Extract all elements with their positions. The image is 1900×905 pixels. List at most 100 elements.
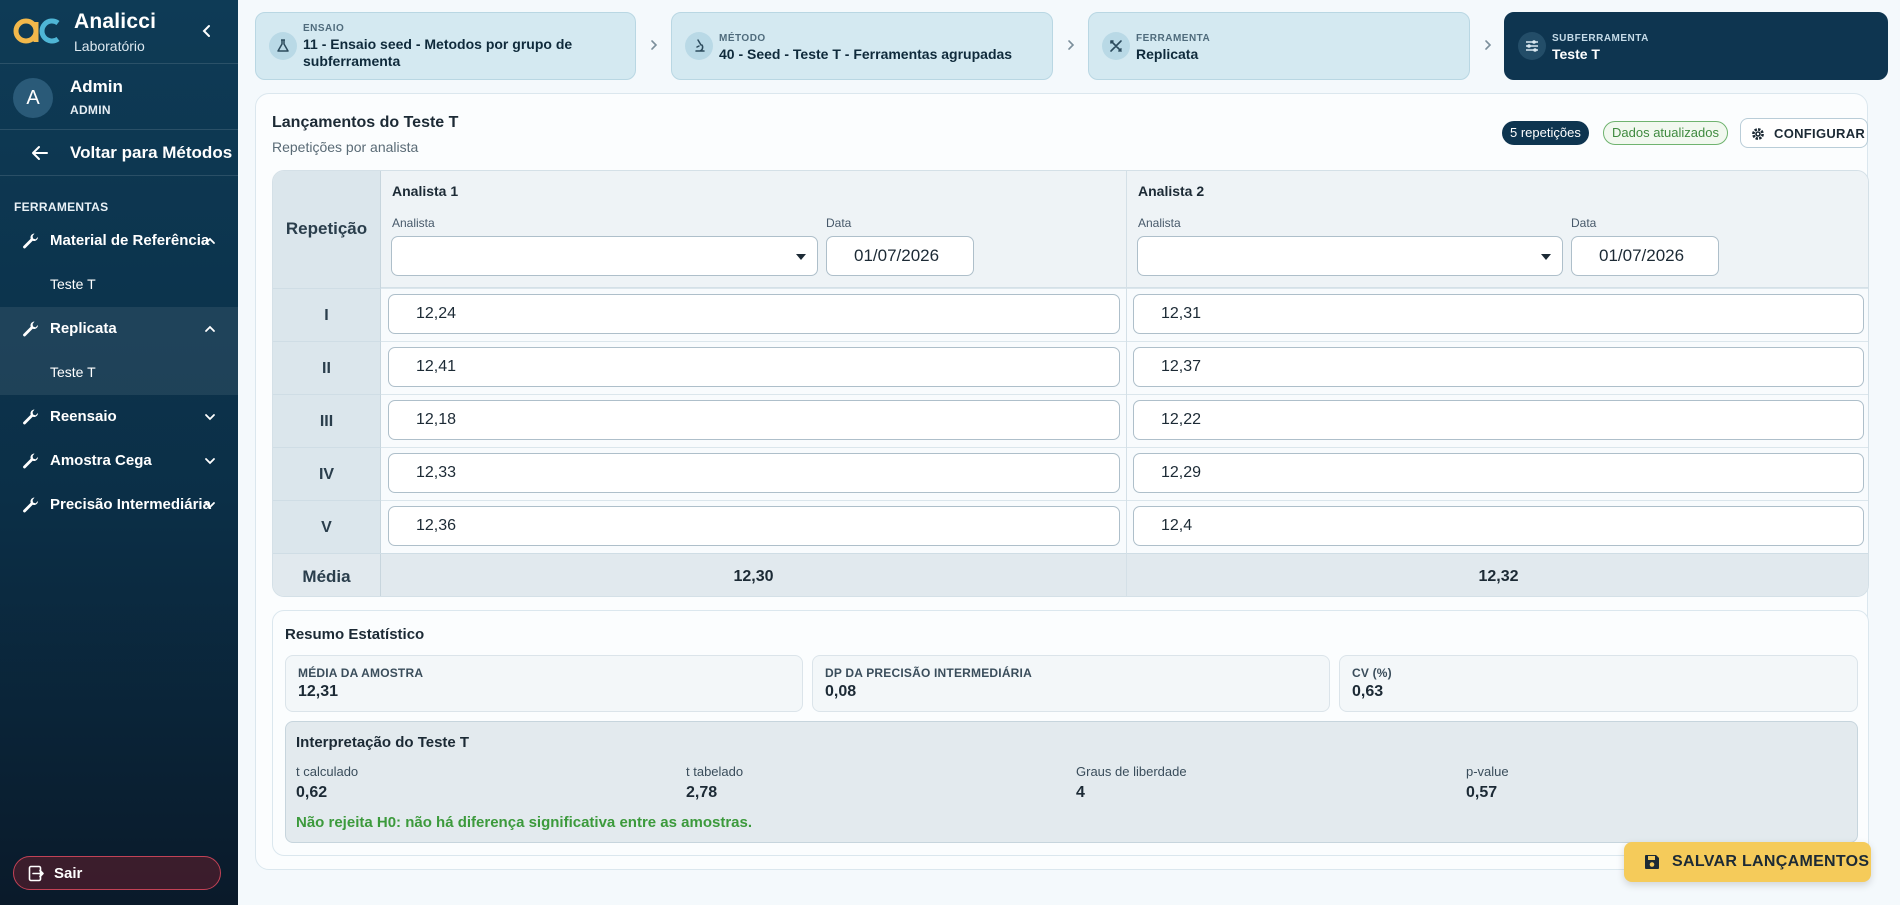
- wrench-icon: [23, 497, 39, 513]
- breadcrumb-subferramenta[interactable]: SUBFERRAMENTA Teste T: [1504, 12, 1888, 80]
- value-input-analyst-1-rep-1[interactable]: 12,24: [388, 294, 1120, 334]
- analyst-1-header: Analista 1 Analista Data 01/07/2026: [381, 171, 1126, 288]
- sidebar-item-label: Replicata: [50, 320, 117, 337]
- value-input-analyst-1-rep-3[interactable]: 12,18: [388, 400, 1120, 440]
- microscope-icon: [685, 32, 713, 60]
- sidebar-item-precisao-intermediaria[interactable]: Precisão Intermediária: [0, 483, 238, 527]
- date-field-label: Data: [1571, 216, 1597, 230]
- value-input-analyst-2-rep-3[interactable]: 12,22: [1133, 400, 1864, 440]
- row-label-iv: IV: [273, 447, 381, 500]
- analyst-name: Analista 1: [392, 183, 459, 199]
- analyst-name: Analista 2: [1138, 183, 1205, 199]
- t-table-label: t tabelado: [686, 764, 744, 779]
- repetition-header: Repetição: [273, 171, 381, 288]
- analyst-1-select[interactable]: [391, 236, 818, 276]
- back-to-methods-link[interactable]: Voltar para Métodos: [0, 130, 238, 176]
- metric-cv: CV (%) 0,63: [1339, 655, 1858, 712]
- row-label-ii: II: [273, 341, 381, 394]
- save-label: SALVAR LANÇAMENTOS: [1672, 853, 1870, 870]
- sidebar-subitem-replicata-teste-t[interactable]: Teste T: [0, 351, 238, 395]
- t-test-interpretation: Interpretação do Teste T t calculado 0,6…: [285, 721, 1858, 843]
- sidebar: Analicci Laboratório A Admin ADMIN Volta…: [0, 0, 238, 905]
- back-label: Voltar para Métodos: [70, 143, 233, 162]
- brand-subtitle: Laboratório: [74, 38, 145, 54]
- analyst-2-select[interactable]: [1137, 236, 1563, 276]
- logout-label: Sair: [54, 865, 83, 882]
- brand-header: Analicci Laboratório: [0, 0, 238, 64]
- analyst-2-date-input[interactable]: 01/07/2026: [1571, 236, 1719, 276]
- value-input-analyst-1-rep-4[interactable]: 12,33: [388, 453, 1120, 493]
- analyst-2-header: Analista 2 Analista Data 01/07/2026: [1127, 171, 1868, 288]
- sidebar-item-material-referencia[interactable]: Material de Referência: [0, 219, 238, 263]
- breadcrumb-value: Teste T: [1552, 46, 1600, 62]
- configure-label: CONFIGURAR: [1774, 126, 1866, 141]
- sidebar-item-label: Precisão Intermediária: [50, 496, 211, 513]
- sidebar-item-amostra-cega[interactable]: Amostra Cega: [0, 439, 238, 483]
- save-icon: [1645, 855, 1659, 869]
- chevron-down-icon: [205, 458, 215, 465]
- analyst-1-date-input[interactable]: 01/07/2026: [826, 236, 974, 276]
- status-badge: Dados atualizados: [1603, 121, 1728, 145]
- brand-name: Analicci: [74, 10, 157, 33]
- chevron-down-icon: [205, 414, 215, 421]
- page-title: Lançamentos do Teste T: [272, 114, 459, 131]
- arrow-left-icon: [32, 146, 48, 160]
- chevron-up-icon: [205, 325, 215, 332]
- breadcrumb-value: Replicata: [1136, 46, 1199, 62]
- mean-value-analyst-2: 12,32: [1478, 568, 1519, 585]
- repetitions-grid: Repetição Analista 1 Analista Data 01/07…: [272, 170, 1869, 597]
- breadcrumb-ferramenta[interactable]: FERRAMENTA Replicata: [1088, 12, 1470, 80]
- row-label-v: V: [273, 500, 381, 553]
- value-input-analyst-2-rep-1[interactable]: 12,31: [1133, 294, 1864, 334]
- caret-down-icon: [1541, 254, 1551, 260]
- chevron-right-icon: [1068, 40, 1075, 50]
- sidebar-subitem-material-teste-t[interactable]: Teste T: [0, 263, 238, 307]
- p-value-value: 0,57: [1466, 784, 1498, 801]
- value-input-analyst-1-rep-2[interactable]: 12,41: [388, 347, 1120, 387]
- breadcrumb-value: 11 - Ensaio seed - Metodos por grupo de …: [303, 36, 573, 69]
- interpretation-title: Interpretação do Teste T: [296, 734, 470, 751]
- wrench-icon: [23, 409, 39, 425]
- analicci-logo: [13, 18, 60, 44]
- metric-std-dev: DP DA PRECISÃO INTERMEDIÁRIA 0,08: [812, 655, 1330, 712]
- value-input-analyst-2-rep-2[interactable]: 12,37: [1133, 347, 1864, 387]
- save-entries-button[interactable]: SALVAR LANÇAMENTOS: [1624, 842, 1871, 882]
- sidebar-item-label: Amostra Cega: [50, 452, 152, 469]
- chevron-right-icon: [1485, 40, 1492, 50]
- column-divider: [1126, 171, 1127, 596]
- sliders-icon: [1518, 32, 1546, 60]
- tools-icon: [1102, 32, 1130, 60]
- t-calculated-value: 0,62: [296, 784, 328, 801]
- repetition-header-label: Repetição: [285, 219, 368, 238]
- sidebar-item-label: Reensaio: [50, 408, 117, 425]
- sidebar-item-reensaio[interactable]: Reensaio: [0, 395, 238, 439]
- metric-value: 12,31: [298, 683, 339, 700]
- row-label-iii: III: [273, 394, 381, 447]
- chevron-up-icon: [205, 237, 215, 244]
- breadcrumb-value: 40 - Seed - Teste T - Ferramentas agrupa…: [719, 46, 1013, 62]
- breadcrumb-ensaio[interactable]: ENSAIO 11 - Ensaio seed - Metodos por gr…: [255, 12, 636, 80]
- logout-icon: [28, 865, 44, 882]
- metric-label: DP DA PRECISÃO INTERMEDIÁRIA: [825, 666, 1032, 680]
- value-input-analyst-2-rep-4[interactable]: 12,29: [1133, 453, 1864, 493]
- collapse-sidebar-icon[interactable]: [196, 20, 218, 42]
- chevron-right-icon: [651, 40, 658, 50]
- user-role: ADMIN: [70, 103, 111, 117]
- sidebar-item-replicata[interactable]: Replicata: [0, 307, 238, 351]
- analyst-field-label: Analista: [392, 216, 435, 230]
- page-subtitle: Repetições por analista: [272, 139, 419, 155]
- metric-value: 0,08: [825, 683, 857, 700]
- value-input-analyst-2-rep-5[interactable]: 12,4: [1133, 506, 1864, 546]
- breadcrumb-metodo[interactable]: MÉTODO 40 - Seed - Teste T - Ferramentas…: [671, 12, 1053, 80]
- wrench-icon: [23, 233, 39, 249]
- metric-label: MÉDIA DA AMOSTRA: [298, 666, 424, 680]
- logout-button[interactable]: Sair: [13, 856, 221, 890]
- stats-summary: Resumo Estatístico MÉDIA DA AMOSTRA 12,3…: [272, 610, 1869, 856]
- tools-section-title: FERRAMENTAS: [14, 200, 109, 214]
- configure-button[interactable]: CONFIGURAR: [1740, 118, 1868, 148]
- value-input-analyst-1-rep-5[interactable]: 12,36: [388, 506, 1120, 546]
- date-field-label: Data: [826, 216, 852, 230]
- user-panel: A Admin ADMIN: [0, 64, 238, 130]
- t-test-verdict: Não rejeita H0: não há diferença signifi…: [296, 814, 753, 831]
- wrench-icon: [23, 321, 39, 337]
